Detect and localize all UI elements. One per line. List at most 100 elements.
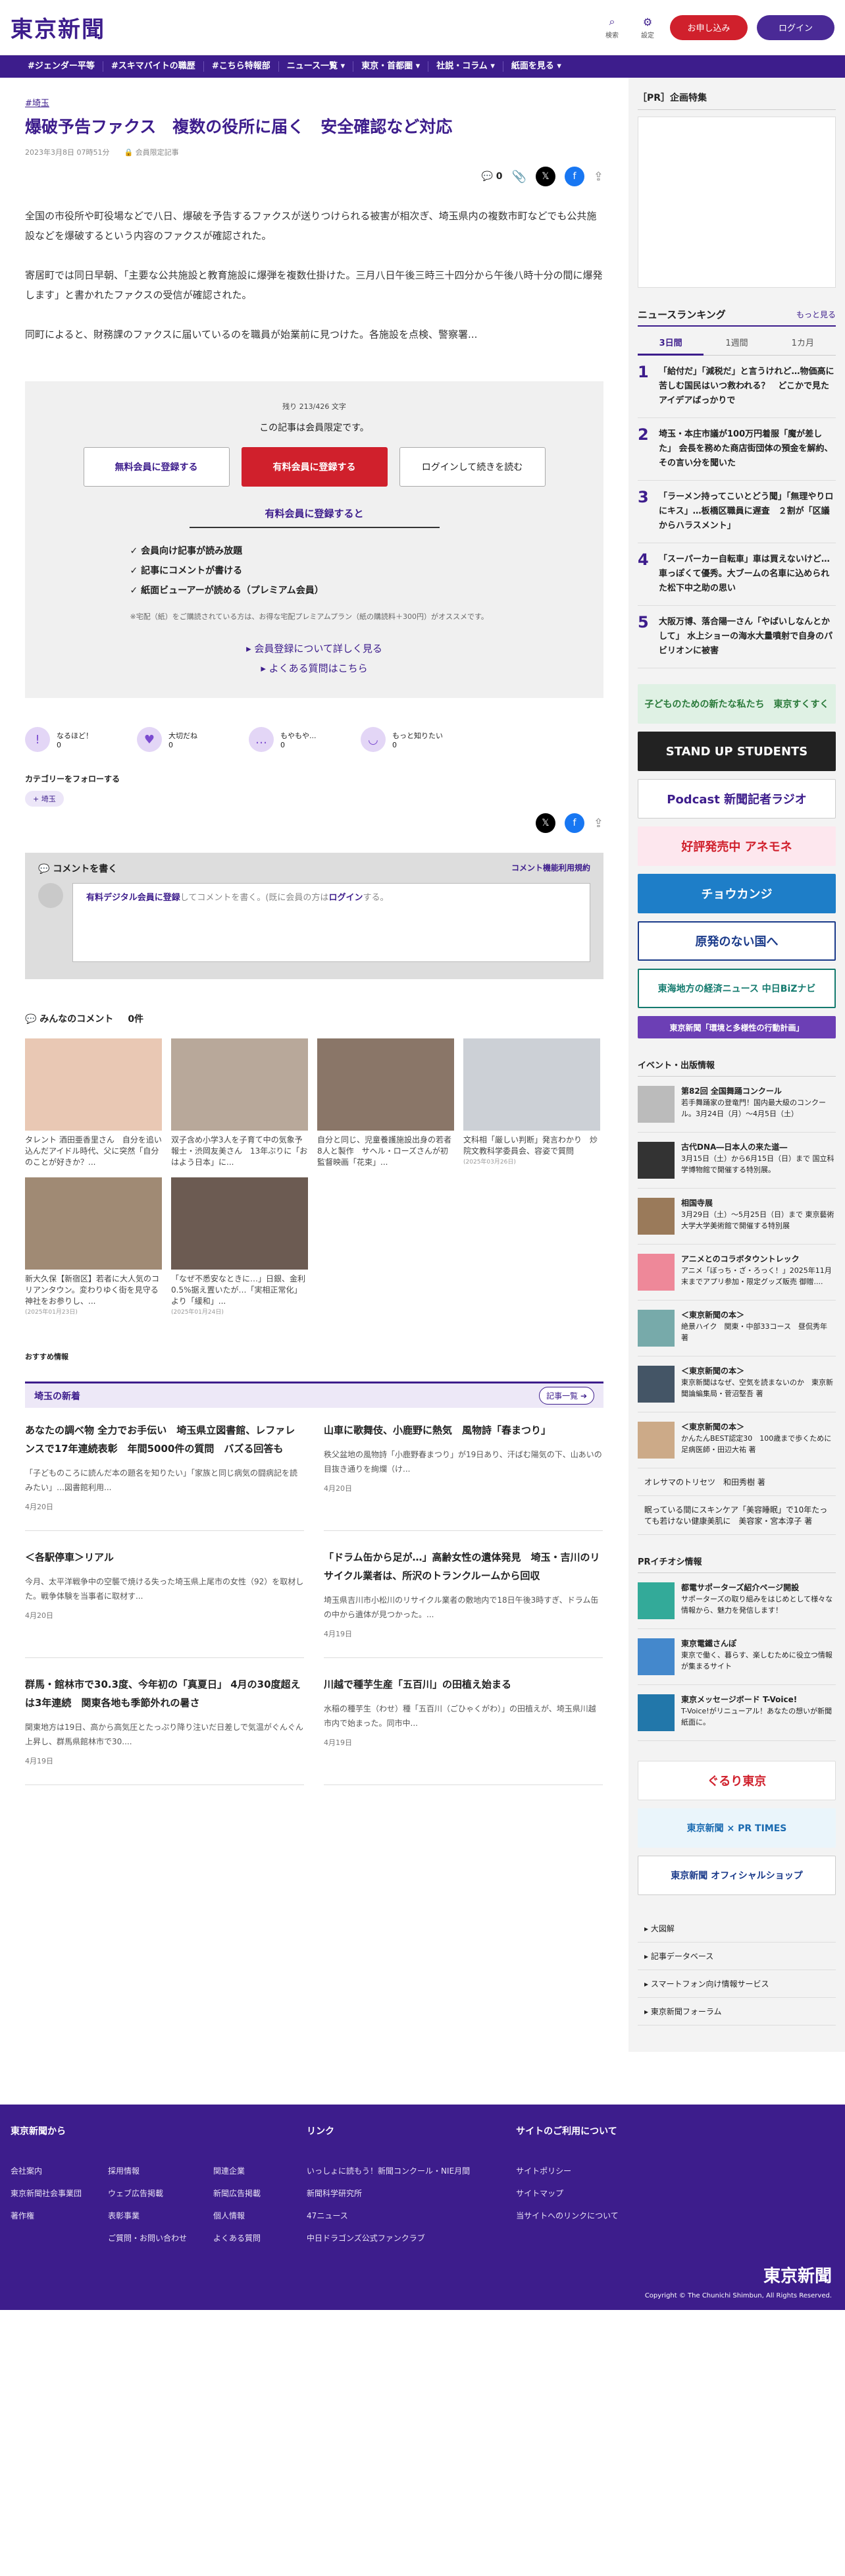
clip-icon[interactable]: 📎 (511, 170, 526, 184)
reaction-motto[interactable]: ◡ もっと知りたい 0 (361, 727, 473, 752)
ranking-item[interactable]: 5 大阪万博、落合陽一さん「やばいしなんとかして」 水上ショーの海水大量噴射で自身… (638, 606, 836, 668)
event-item[interactable]: ＜東京新聞の本＞ 東京新聞はなぜ、空気を読まないのか 東京新聞論編集局・菅沼堅吾 … (638, 1356, 836, 1412)
event-item[interactable]: 古代DNA―日本人の来た道― 3月15日（土）から6月15日（日）まで 国立科学博… (638, 1133, 836, 1189)
footer-link[interactable]: 採用情報 (108, 2160, 187, 2182)
footer-link[interactable]: 表彰事業 (108, 2205, 187, 2227)
footer-link[interactable]: サイトポリシー (516, 2160, 619, 2182)
side-link[interactable]: ▸ 大図解 (638, 1915, 836, 1943)
tab-1month[interactable]: 1カ月 (769, 331, 836, 356)
article-item[interactable]: ＜各駅停車＞リアル 今月、太平洋戦争中の空襲で焼ける失った埼玉県上尾市の女性（92… (25, 1548, 304, 1658)
event-item[interactable]: 第82回 全国舞踊コンクール 若手舞踊家の登竜門！国内最大級のコンクール。3月24… (638, 1077, 836, 1133)
article-item[interactable]: 山車に歌舞伎、小鹿野に熱気 風物詩「春まつり」 秩父盆地の風物詩「小鹿野春まつり」… (324, 1421, 603, 1531)
footer-link[interactable]: 個人情報 (213, 2205, 261, 2227)
nav-item[interactable]: ニュース一覧 ▾ (279, 61, 354, 72)
side-link[interactable]: ▸ スマートフォン向け情報サービス (638, 1970, 836, 1998)
article-item[interactable]: 川越で種芋生産「五百川」の田植え始まる 水稲の種芋生（わせ）種「五百川（ごひゃくが… (324, 1675, 603, 1785)
more-articles-button[interactable]: 記事一覧 ➔ (539, 1387, 594, 1405)
banner[interactable]: 好評発売中 アネモネ (638, 826, 836, 866)
login-continue-button[interactable]: ログインして続きを読む (399, 447, 546, 487)
x-share-icon[interactable]: 𝕏 (535, 167, 555, 186)
card[interactable]: 双子含め小学3人を子育て中の気象予報士・渋岡友美さん 13年ぶりに「おはよう日本… (171, 1038, 308, 1168)
event-item[interactable]: ＜東京新聞の本＞ 絶景ハイク 関東・中部33コース 昼侃秀年 著 (638, 1301, 836, 1356)
side-link[interactable]: ▸ 東京新聞フォーラム (638, 1998, 836, 2026)
book-link[interactable]: 眠っている間にスキンケア「美容睡眠」で10年たっても若けない健康美肌に 美容家・… (638, 1496, 836, 1535)
article-item[interactable]: あなたの調べ物 全力でお手伝い 埼玉県立図書館、レファレンスで17年連続表彰 年… (25, 1421, 304, 1531)
banner[interactable]: Podcast 新聞記者ラジオ (638, 779, 836, 818)
card[interactable]: 自分と同じ、児童養護施設出身の若者8人と製作 サヘル・ローズさんが初監督映画「花… (317, 1038, 454, 1168)
ranking-item[interactable]: 4 「スーパーカー自転車」車は買えないけど…車っぽくて優秀。大ブームの名車に込めら… (638, 543, 836, 606)
comment-count[interactable]: 💬 0 (482, 171, 503, 182)
shop-banner[interactable]: 東京新聞 オフィシャルショップ (638, 1856, 836, 1895)
nav-item[interactable]: 社説・コラム ▾ (428, 61, 503, 72)
pr-item[interactable]: 都電サポーターズ紹介ページ開設 サポーターズの取り組みをはじめとして様々な情報から… (638, 1573, 836, 1629)
site-logo[interactable]: 東京新聞 (11, 11, 105, 43)
banner[interactable]: 原発のない国へ (638, 921, 836, 961)
tab-1week[interactable]: 1週間 (704, 331, 770, 356)
card[interactable]: 「なぜ不悉安なときに…」日銀、金利0.5%据え置いたが…「実相正常化」より「緩和… (171, 1177, 308, 1318)
footer-link[interactable]: よくある質問 (213, 2227, 261, 2249)
ranking-item[interactable]: 1 「給付だ」「減税だ」と言うけれど…物価高に苦しむ国民はいつ救われる？ どこかで… (638, 356, 836, 418)
footer-link[interactable]: 当サイトへのリンクについて (516, 2205, 619, 2227)
banner[interactable]: STAND UP STUDENTS (638, 732, 836, 771)
footer-link[interactable]: 新聞科学研究所 (307, 2182, 470, 2205)
tab-3days[interactable]: 3日間 (638, 331, 704, 356)
share-icon[interactable]: ⇪ (594, 817, 603, 830)
category-tag[interactable]: #埼玉 (25, 96, 603, 109)
share-icon[interactable]: ⇪ (594, 170, 603, 184)
article-item[interactable]: 「ドラム缶から足が…」高齢女性の遺体発見 埼玉・吉川のリサイクル業者は、所沢のト… (324, 1548, 603, 1658)
event-item[interactable]: ＜東京新聞の本＞ かんたんBEST認定30 100歳まで歩くために 足病医師・田辺… (638, 1412, 838, 1468)
footer-link[interactable]: 関連企業 (213, 2160, 261, 2182)
footer-link[interactable]: 会社案内 (11, 2160, 82, 2182)
paid-register-button[interactable]: 有料会員に登録する (241, 447, 388, 487)
prtimes-banner[interactable]: 東京新聞 × PR TIMES (638, 1808, 836, 1848)
login-button[interactable]: ログイン (757, 14, 834, 40)
banner[interactable]: 東京新聞「環境と多様性の行動計画」 (638, 1016, 836, 1038)
nav-item[interactable]: #スキマバイトの職歴 (103, 61, 204, 72)
footer-link[interactable]: 著作権 (11, 2205, 82, 2227)
footer-link[interactable]: 47ニュース (307, 2205, 470, 2227)
pr-item[interactable]: 東京メッセージボード T-Voice! T-Voice!がリニューアル！あなたの想… (638, 1685, 836, 1741)
free-register-button[interactable]: 無料会員に登録する (83, 447, 230, 487)
banner[interactable]: 東海地方の経済ニュース 中日BiZナビ (638, 969, 836, 1008)
follow-tag-button[interactable]: + 埼玉 (25, 791, 64, 807)
facebook-share-icon[interactable]: f (564, 813, 584, 833)
settings-button[interactable]: ⚙ 設定 (634, 16, 661, 40)
side-link[interactable]: ▸ 記事データベース (638, 1943, 836, 1970)
footer-link[interactable]: ウェブ広告掲載 (108, 2182, 187, 2205)
article-item[interactable]: 群馬・館林市で30.3度、今年初の「真夏日」 4月の30度超えは3年連続 関東各… (25, 1675, 304, 1785)
reaction-naruhodo[interactable]: ! なるほど！ 0 (25, 727, 137, 752)
book-link[interactable]: オレサマのトリセツ 和田秀樹 著 (638, 1468, 836, 1496)
footer-link[interactable]: いっしょに読もう！新聞コンクール・NIE月間 (307, 2160, 470, 2182)
footer-link[interactable]: 新聞広告掲載 (213, 2182, 261, 2205)
membership-info-link[interactable]: ▸ 会員登録について詳しく見る (45, 639, 584, 658)
card[interactable]: タレント 酒田亜香里さん 自分を追い込んだアイドル時代、父に突然「自分のことが好… (25, 1038, 162, 1168)
nav-item[interactable]: 東京・首都圏 ▾ (353, 61, 429, 72)
footer-link[interactable]: 東京新聞社会事業団 (11, 2182, 82, 2205)
footer-link[interactable]: ご質問・お問い合わせ (108, 2227, 187, 2249)
card[interactable]: 新大久保【新宿区】若者に大人気のコリアンタウン。変わりゆく街を見守る神社をお参り… (25, 1177, 162, 1318)
nav-item[interactable]: #ジェンダー平等 (20, 61, 103, 72)
ranking-item[interactable]: 3 「ラーメン持ってこいとどう聞」「無理やりロにキス」…板橋区職員に遅査 ２割が「… (638, 481, 836, 543)
comment-rules-link[interactable]: コメント機能利用規約 (511, 862, 590, 875)
banner[interactable]: チョウカンジ (638, 874, 836, 913)
footer-link[interactable]: 中日ドラゴンズ公式ファンクラブ (307, 2227, 470, 2249)
card[interactable]: 文科相「厳しい判断」発言わかり 炒院文教科学委員会、容姿で質問 (2025年03月… (463, 1038, 600, 1168)
ranking-item[interactable]: 2 埼玉・本庄市議が100万円着服「魔が差した」 会長を務めた商店街団体の預金を解… (638, 418, 836, 481)
search-button[interactable]: ⌕ 検索 (599, 15, 625, 40)
ranking-more-link[interactable]: もっと見る (796, 309, 836, 320)
reaction-moyamoya[interactable]: … もやもや... 0 (249, 727, 361, 752)
facebook-share-icon[interactable]: f (564, 167, 584, 186)
subscribe-button[interactable]: お申し込み (670, 14, 748, 40)
x-share-icon[interactable]: 𝕏 (535, 813, 555, 833)
comment-input[interactable]: 有料デジタル会員に登録してコメントを書く。(既に会員の方はログインする。 (72, 883, 590, 962)
footer-link[interactable]: サイトマップ (516, 2182, 619, 2205)
banner[interactable]: 子どものための新たな私たち 東京すくすく (638, 684, 836, 724)
nav-item[interactable]: 紙面を見る ▾ (503, 61, 569, 72)
faq-link[interactable]: ▸ よくある質問はこちら (45, 658, 584, 678)
pr-item[interactable]: 東京電鐵さんぽ 東京で働く、暮らす、楽しむために役立つ情報が集まるサイト (638, 1629, 836, 1685)
reaction-taisetsu[interactable]: ♥ 大切だね 0 (137, 727, 249, 752)
event-item[interactable]: 相国寺展 3月29日（土）～5月25日（日）まで 東京藝術大学大学美術館で開催する… (638, 1189, 836, 1245)
nav-item[interactable]: #こちら特報部 (204, 61, 279, 72)
gururi-tokyo-banner[interactable]: ぐるり東京 (638, 1761, 836, 1800)
event-item[interactable]: アニメとのコラボタウントレック アニメ「ぼっち・ざ・ろっく！」2025年11月末ま… (638, 1245, 836, 1301)
